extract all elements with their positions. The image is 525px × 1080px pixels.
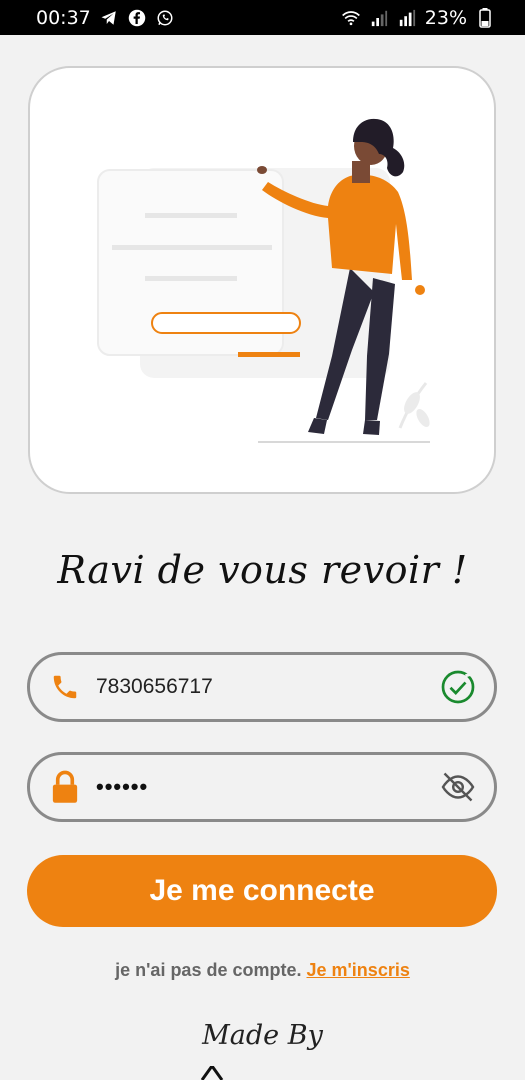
check-circle-icon — [430, 669, 486, 705]
phone-field[interactable] — [27, 652, 497, 722]
lock-icon — [34, 770, 96, 804]
signup-row: je n'ai pas de compte. Je m'inscris — [0, 960, 525, 981]
signup-prompt: je n'ai pas de compte. — [115, 960, 302, 980]
woman-with-login-form-illustration — [97, 118, 430, 443]
password-field[interactable]: •••••• — [27, 752, 497, 822]
wifi-icon — [341, 8, 361, 28]
status-bar: 00:37 23% — [0, 0, 525, 35]
login-illustration-card — [28, 66, 496, 494]
signal-icon — [369, 8, 389, 28]
made-by-label: Made By — [202, 1020, 323, 1051]
battery-icon — [475, 7, 495, 28]
phone-icon — [34, 672, 96, 702]
author-logo — [200, 1066, 224, 1080]
login-button[interactable]: Je me connecte — [27, 855, 497, 927]
facebook-icon — [127, 8, 147, 28]
welcome-title: Ravi de vous revoir ! — [57, 548, 468, 592]
battery-percent: 23% — [424, 6, 467, 29]
phone-input[interactable] — [96, 675, 430, 699]
telegram-icon — [99, 8, 119, 28]
status-time: 00:37 — [36, 6, 91, 29]
signup-link[interactable]: Je m'inscris — [307, 960, 410, 980]
eye-off-icon[interactable] — [430, 769, 486, 805]
password-input[interactable]: •••••• — [96, 774, 430, 800]
signal-r-icon — [397, 8, 417, 28]
whatsapp-icon — [155, 8, 175, 28]
